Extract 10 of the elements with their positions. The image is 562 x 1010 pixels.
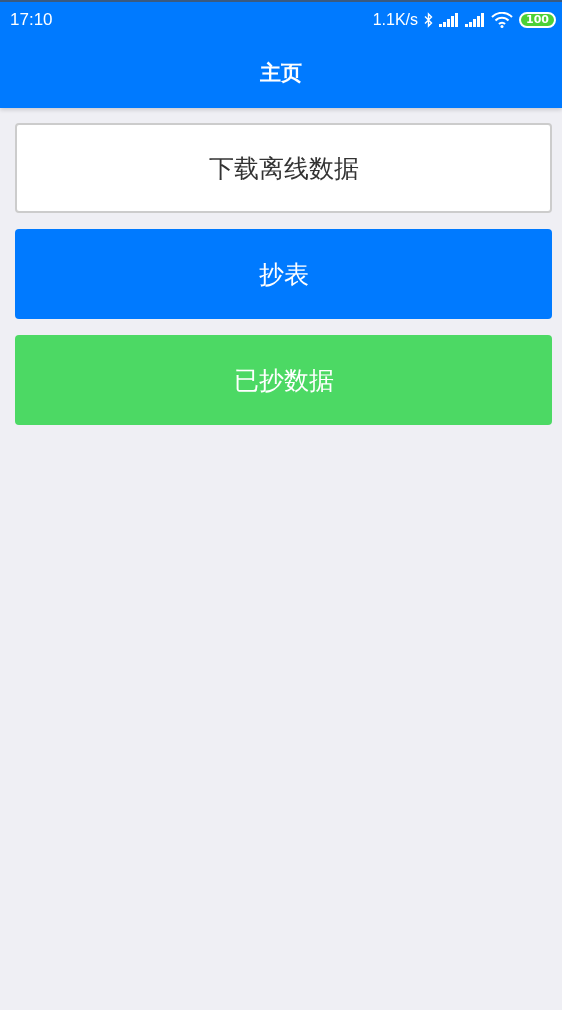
signal-icon bbox=[465, 13, 486, 27]
action-button[interactable]: 抄表 bbox=[15, 229, 552, 319]
page-title: 主页 bbox=[260, 60, 302, 87]
wifi-icon bbox=[491, 12, 514, 28]
bluetooth-icon bbox=[424, 12, 434, 28]
status-time: 17:10 bbox=[10, 10, 53, 30]
signal-icon bbox=[439, 13, 460, 27]
action-button[interactable]: 下载离线数据 bbox=[15, 123, 552, 213]
battery-indicator: 100 bbox=[519, 12, 556, 28]
network-speed: 1.1K/s bbox=[372, 11, 419, 29]
